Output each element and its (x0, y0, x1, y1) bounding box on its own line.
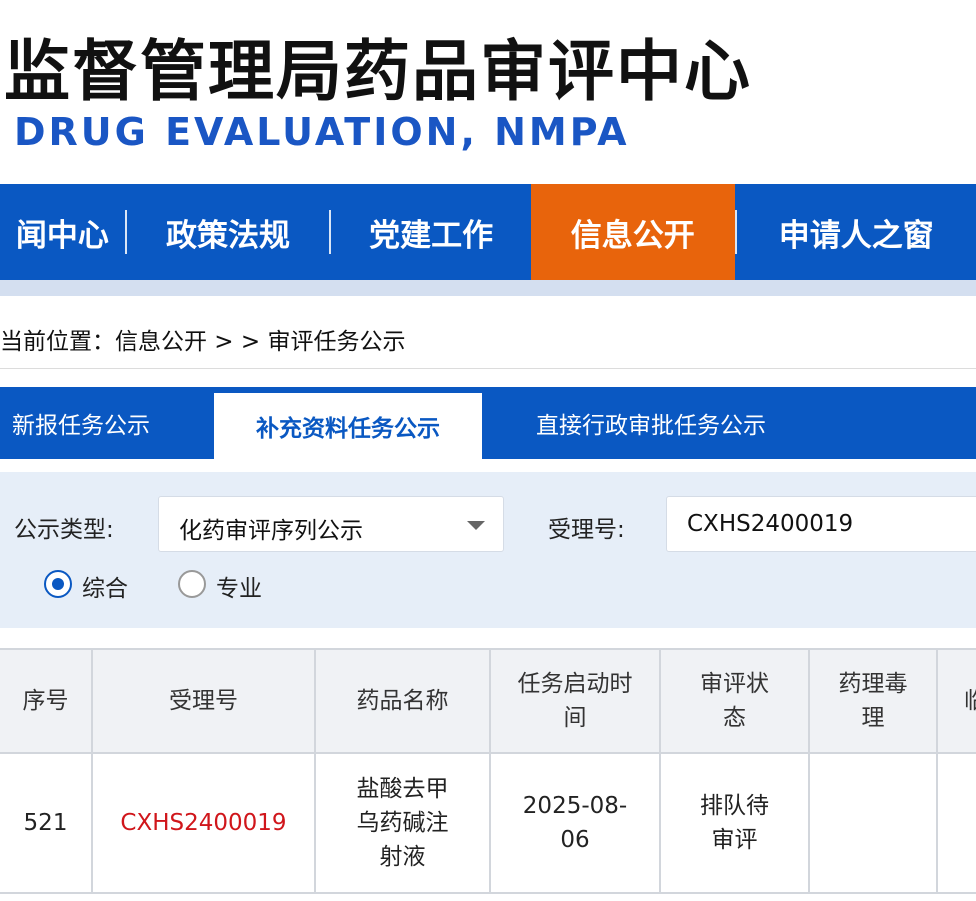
radio-comprehensive[interactable] (44, 570, 72, 598)
breadcrumb: 当前位置：信息公开 > > 审评任务公示 (0, 329, 406, 355)
col-header-start-time: 任务启动时间 (491, 648, 661, 754)
type-select[interactable]: 化药审评序列公示 (158, 496, 504, 552)
site-header: 监督管理局药品审评中心 DRUG EVALUATION, NMPA (0, 0, 976, 184)
cell-clinical (938, 754, 976, 894)
cell-drug-name: 盐酸去甲乌药碱注射液 (316, 754, 491, 894)
tab-supplement-tasks[interactable]: 补充资料任务公示 (214, 393, 482, 459)
radio-professional[interactable] (178, 570, 206, 598)
nav-item-policy[interactable]: 政策法规 (127, 184, 330, 280)
breadcrumb-divider (0, 368, 976, 369)
nav-item-news[interactable]: 闻中心 (0, 184, 125, 280)
type-select-value: 化药审评序列公示 (179, 518, 363, 544)
type-label: 公示类型: (14, 517, 114, 543)
site-title-cn: 监督管理局药品审评中心 (4, 33, 752, 110)
chevron-down-icon (467, 521, 485, 530)
nav-item-applicant[interactable]: 申请人之窗 (737, 184, 976, 280)
cell-status: 排队待审评 (661, 754, 810, 894)
accept-no-input[interactable] (666, 496, 976, 552)
col-header-pharm-tox: 药理毒理 (810, 648, 938, 754)
cell-accept-no-link[interactable]: CXHS2400019 (93, 754, 316, 894)
tab-new-tasks[interactable]: 新报任务公示 (12, 387, 150, 459)
nav-item-party[interactable]: 党建工作 (331, 184, 531, 280)
main-nav: 闻中心 政策法规 党建工作 信息公开 申请人之窗 (0, 184, 976, 280)
cell-pharm-tox (810, 754, 938, 894)
cell-start-time: 2025-08-06 (491, 754, 661, 894)
col-header-clinical: 临 (938, 648, 976, 754)
site-title-en: DRUG EVALUATION, NMPA (14, 110, 630, 154)
cell-seq: 521 (0, 754, 93, 894)
filter-panel: 公示类型: 化药审评序列公示 受理号: 综合 专业 (0, 472, 976, 628)
tab-direct-approval-tasks[interactable]: 直接行政审批任务公示 (536, 387, 766, 459)
col-header-accept-no: 受理号 (93, 648, 316, 754)
accept-no-label: 受理号: (548, 517, 625, 543)
col-header-seq: 序号 (0, 648, 93, 754)
col-header-status: 审评状态 (661, 648, 810, 754)
task-tabs: 新报任务公示 补充资料任务公示 直接行政审批任务公示 (0, 387, 976, 459)
nav-bottom-band (0, 280, 976, 296)
radio-professional-label: 专业 (216, 576, 262, 602)
col-header-drug-name: 药品名称 (316, 648, 491, 754)
radio-comprehensive-label: 综合 (82, 576, 128, 602)
nav-item-info-disclosure[interactable]: 信息公开 (530, 184, 735, 280)
